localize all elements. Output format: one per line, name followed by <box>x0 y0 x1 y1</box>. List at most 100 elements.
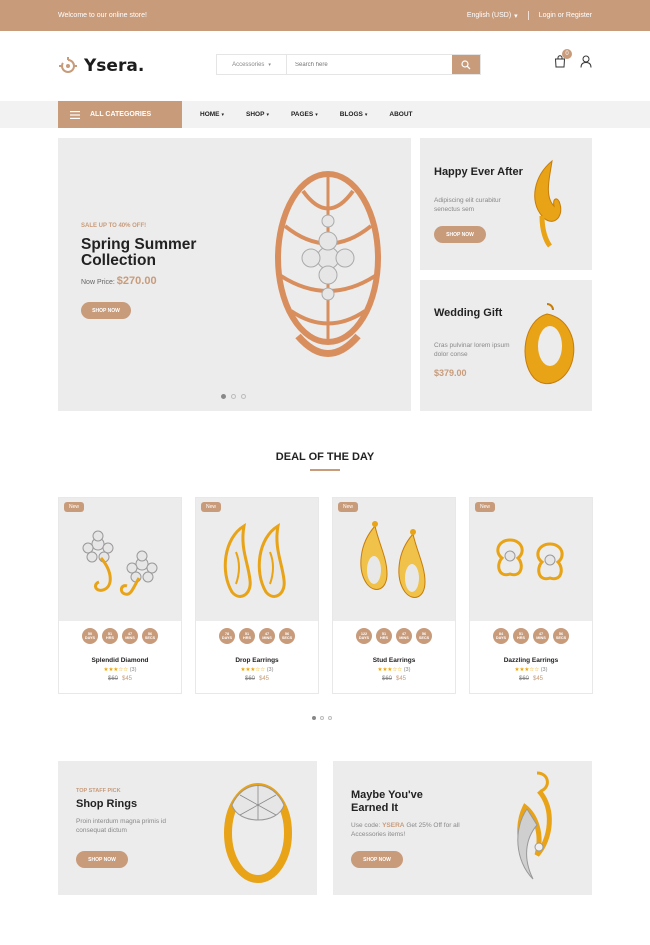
stud-earrings-image <box>360 521 426 598</box>
nav-item-label: ABOUT <box>389 111 413 118</box>
product-rating: ★★★☆☆ (3) <box>470 667 592 673</box>
new-badge: New <box>475 502 496 512</box>
nav-item-label: BLOGS <box>339 111 363 118</box>
deal-section-title: DEAL OF THE DAY <box>275 451 375 463</box>
product-image-box: New <box>470 498 592 621</box>
side-banner-happy-ever-after[interactable]: Happy Ever After Adipiscing elit curabit… <box>420 138 592 270</box>
timer-days: 84 DAYS <box>493 628 509 644</box>
logo[interactable]: Ysera. <box>58 56 144 76</box>
current-price: $45 <box>259 676 270 682</box>
product-rating: ★★★☆☆ (3) <box>333 667 455 673</box>
hero-title: Spring Summer Collection <box>81 236 197 269</box>
timer-seconds: 56 SECS <box>142 628 158 644</box>
hero-price-label: Now Price: <box>81 279 115 286</box>
two-tone-pendant-image <box>517 771 552 880</box>
rating-stars: ★★★☆☆ <box>240 667 266 673</box>
side-banner-text: Adipiscing elit curabitur senectus sem <box>434 197 501 213</box>
product-image-box: New <box>59 498 181 621</box>
nav-item-blogs[interactable]: BLOGS ▾ <box>340 111 368 118</box>
timer-seconds: 56 SECS <box>279 628 295 644</box>
nav-item-shop[interactable]: SHOP ▾ <box>246 111 269 118</box>
product-name[interactable]: Drop Earrings <box>196 657 318 664</box>
side-banner-wedding-gift[interactable]: Wedding Gift Cras pulvinar lorem ipsum d… <box>420 280 592 411</box>
top-bar-links: English (USD) ▾ Login or Register <box>467 11 592 20</box>
banner-shop-rings[interactable]: TOP STAFF PICK Shop Rings Proin interdum… <box>58 761 317 895</box>
slider-dot[interactable] <box>328 716 332 720</box>
all-categories-button[interactable]: ALL CATEGORIES <box>58 101 182 128</box>
nav-item-pages[interactable]: PAGES ▾ <box>291 111 318 118</box>
product-prices: $60 $45 <box>59 676 181 682</box>
old-price: $60 <box>107 676 118 682</box>
review-count: (3) <box>129 667 137 673</box>
slider-dot[interactable] <box>320 716 324 720</box>
product-prices: $60 $45 <box>470 676 592 682</box>
new-badge: New <box>338 502 359 512</box>
chevron-down-icon: ▾ <box>514 12 518 20</box>
product-name[interactable]: Stud Earrings <box>333 657 455 664</box>
product-name[interactable]: Splendid Diamond <box>59 657 181 664</box>
countdown-timer: 122 DAYS 51 HRS 47 MINS 56 SECS <box>333 628 455 644</box>
product-card[interactable]: New 50 DAYS 51 HRS 47 MINS 56 SECS Splendid … <box>58 497 182 694</box>
product-prices: $60 $45 <box>333 676 455 682</box>
hero-shop-now-button[interactable]: SHOP NOW <box>81 302 131 319</box>
login-link[interactable]: Login or Register <box>539 12 592 19</box>
rating-stars: ★★★☆☆ <box>514 667 540 673</box>
slider-dot[interactable] <box>231 394 236 399</box>
current-price: $45 <box>533 676 544 682</box>
language-selector[interactable]: English (USD) ▾ <box>467 12 518 20</box>
cart-count-badge: 0 <box>562 49 572 59</box>
product-rating: ★★★☆☆ (3) <box>196 667 318 673</box>
old-price: $60 <box>518 676 529 682</box>
language-label: English (USD) <box>466 12 512 19</box>
banner-text: Use code: YSERA Get 25% Off for all Acce… <box>351 821 461 839</box>
slider-dot[interactable] <box>221 394 226 399</box>
product-card[interactable]: New 78 DAYS 51 HRS 47 MINS 56 SECS Drop Earr… <box>195 497 319 694</box>
title-underline <box>310 469 340 471</box>
chevron-down-icon: ▾ <box>268 61 271 68</box>
gold-pendant-image <box>534 159 562 248</box>
timer-days: 50 DAYS <box>82 628 98 644</box>
search-button[interactable] <box>452 55 480 74</box>
slider-dot[interactable] <box>312 716 316 720</box>
new-badge: New <box>64 502 85 512</box>
product-card[interactable]: New 122 DAYS 51 HRS 47 MINS 56 SECS Stud Ear… <box>332 497 456 694</box>
slider-dot[interactable] <box>241 394 246 399</box>
rose-gold-ring-image <box>275 171 381 357</box>
banner-shop-now-button[interactable]: SHOP NOW <box>351 851 403 868</box>
divider <box>527 11 529 20</box>
hero-price: Now Price: $270.00 <box>81 275 157 287</box>
timer-hours: 51 HRS <box>376 628 392 644</box>
review-count: (3) <box>540 667 548 673</box>
product-name[interactable]: Dazzling Earrings <box>470 657 592 664</box>
chevron-down-icon: ▾ <box>221 112 225 118</box>
nav-item-home[interactable]: HOME ▾ <box>200 111 224 118</box>
logo-text: Ysera. <box>84 56 145 76</box>
side-banner-text: Cras pulvinar lorem ipsum dolor conse <box>434 342 510 358</box>
old-price: $60 <box>381 676 392 682</box>
hero-price-value: $270.00 <box>116 275 157 287</box>
search-input[interactable] <box>287 55 452 74</box>
chevron-down-icon: ▾ <box>315 112 318 118</box>
gold-hoop-earring-image <box>524 303 575 384</box>
header-icons: 0 <box>554 49 592 68</box>
timer-hours: 51 HRS <box>239 628 255 644</box>
banner-title: Maybe You've Earned It <box>351 789 423 814</box>
side-shop-now-button[interactable]: SHOP NOW <box>434 226 486 243</box>
product-card[interactable]: New 84 DAYS 51 HRS 47 MINS 56 SECS Dazzling … <box>469 497 593 694</box>
banner-shop-now-button[interactable]: SHOP NOW <box>76 851 128 868</box>
nav-item-about[interactable]: ABOUT <box>389 111 412 118</box>
account-button[interactable] <box>580 55 592 68</box>
review-count: (3) <box>266 667 274 673</box>
search-category-select[interactable]: Accessories ▾ <box>217 55 287 74</box>
main-nav: ALL CATEGORIES HOME ▾ SHOP ▾ PAGES ▾ BLOGS ▾… <box>0 101 650 128</box>
logo-icon <box>59 57 77 73</box>
product-rating: ★★★☆☆ (3) <box>59 667 181 673</box>
nav-item-label: PAGES <box>290 111 314 118</box>
product-prices: $60 $45 <box>196 676 318 682</box>
timer-hours: 51 HRS <box>102 628 118 644</box>
banner-maybe-youve-earned-it[interactable]: Maybe You've Earned It Use code: YSERA G… <box>333 761 592 895</box>
hero-eyebrow: SALE UP TO 40% OFF! <box>81 223 147 229</box>
top-bar: Welcome to our online store! English (US… <box>0 0 650 31</box>
cart-button[interactable]: 0 <box>554 49 572 68</box>
timer-days: 122 DAYS <box>356 628 372 644</box>
